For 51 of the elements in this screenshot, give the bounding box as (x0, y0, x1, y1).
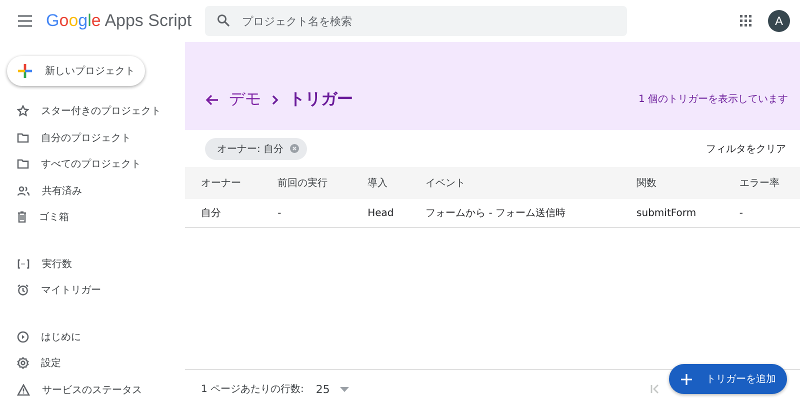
column-header[interactable]: 前回の実行 (262, 167, 352, 199)
table-cell: - (723, 199, 800, 228)
breadcrumb-item: トリガー (289, 89, 353, 110)
app-logo[interactable]: Google Apps Script (46, 11, 196, 31)
table-cell: フォームから - フォーム送信時 (410, 199, 621, 228)
sidebar-link[interactable]: 設定 (41, 356, 61, 370)
column-header[interactable]: エラー率 (723, 167, 800, 199)
rows-per-page-label: 1 ページあたりの行数: (201, 383, 304, 396)
sidebar-link[interactable]: 自分のプロジェクト (41, 130, 131, 145)
column-header[interactable]: イベント (410, 167, 621, 199)
sidebar-link[interactable]: すべてのプロジェクト (41, 157, 141, 172)
trigger-count-text: 1 個のトリガーを表示しています (638, 92, 788, 106)
column-header[interactable]: 関数 (620, 167, 724, 199)
table-cell: Head (352, 199, 410, 228)
table-cell: submitForm (620, 199, 724, 228)
rows-per-page-select[interactable]: 25 (316, 382, 330, 396)
sidebar-link[interactable]: ゴミ箱 (39, 210, 69, 224)
sidebar-link[interactable]: はじめに (41, 330, 81, 344)
alarm-clock-icon (17, 284, 29, 296)
menu-icon[interactable] (16, 14, 34, 28)
folder-icon (17, 159, 29, 170)
chevron-right-icon (271, 94, 279, 104)
settings-icon (17, 357, 29, 370)
sidebar-link[interactable]: マイトリガー (41, 283, 101, 298)
column-header[interactable]: 導入 (352, 167, 410, 199)
account-avatar[interactable]: A (768, 10, 790, 32)
brackets-icon (17, 258, 30, 269)
breadcrumb-item[interactable]: デモ (229, 89, 261, 110)
apps-grid-icon[interactable] (740, 15, 752, 27)
table-cell: 自分 (185, 199, 262, 228)
folder-icon (17, 132, 29, 143)
new-project-button[interactable]: 新しいプロジェクト (7, 56, 145, 86)
caret-icon[interactable] (340, 386, 349, 392)
plus-icon (681, 374, 692, 384)
sidebar-link[interactable]: 実行数 (42, 256, 72, 271)
column-header[interactable]: オーナー (185, 167, 262, 199)
sidebar-link[interactable]: 共有済み (42, 184, 82, 198)
search-field[interactable]: プロジェクト名を検索 (205, 6, 627, 36)
star-icon (17, 105, 29, 118)
plus-icon (17, 63, 33, 79)
back-arrow-icon[interactable] (205, 94, 219, 106)
sidebar-link[interactable]: サービスのステータス (42, 382, 142, 397)
add-trigger-button[interactable]: トリガーを追加 (669, 364, 787, 394)
people-icon (17, 186, 30, 196)
play-circle-icon (17, 330, 29, 343)
table-cell: - (262, 199, 352, 228)
trash-icon (17, 211, 27, 224)
clear-filter-button[interactable]: フィルタをクリア (706, 142, 786, 156)
owner-filter-chip[interactable]: オーナー: 自分 (205, 138, 307, 160)
sidebar-link[interactable]: スター付きのプロジェクト (41, 104, 161, 118)
warning-icon (17, 384, 30, 396)
